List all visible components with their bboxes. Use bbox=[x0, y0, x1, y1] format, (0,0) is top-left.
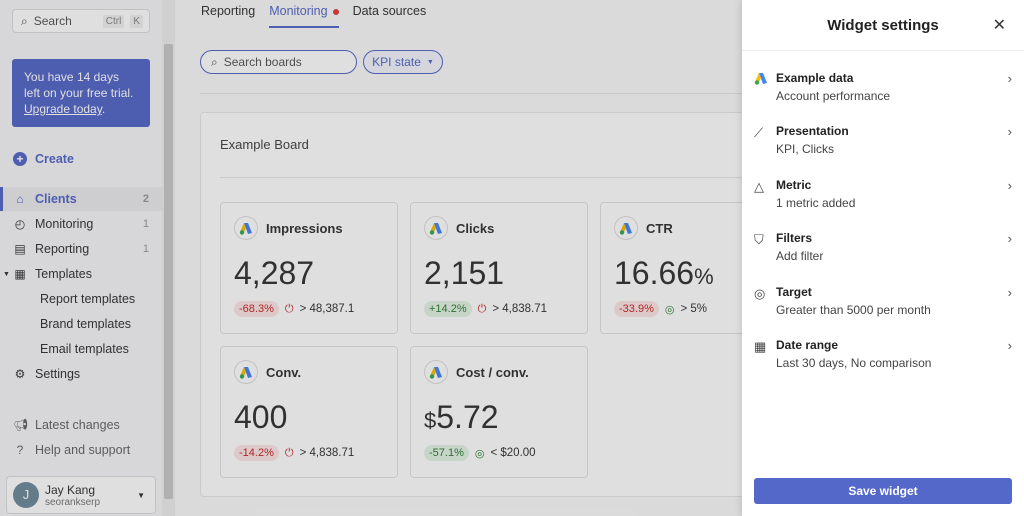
setting-value: 1 metric added bbox=[776, 195, 856, 210]
calendar-icon: ▦ bbox=[754, 339, 767, 354]
chevron-right-icon: › bbox=[1007, 71, 1012, 86]
chevron-right-icon: › bbox=[1007, 338, 1012, 353]
chevron-right-icon: › bbox=[1007, 124, 1012, 140]
setting-metric[interactable]: △ Metric 1 metric added › bbox=[754, 178, 1012, 218]
chevron-right-icon: › bbox=[1007, 284, 1012, 300]
setting-value: Account performance bbox=[776, 89, 891, 103]
setting-filters[interactable]: ⛉ Filters Add filter › bbox=[754, 231, 1012, 271]
filter-icon: ⛉ bbox=[754, 232, 764, 248]
setting-title: Date range bbox=[776, 338, 839, 352]
chevron-right-icon: › bbox=[1007, 231, 1012, 247]
metric-icon: △ bbox=[754, 178, 764, 194]
setting-title: Metric bbox=[776, 177, 812, 192]
setting-title: Example data bbox=[776, 71, 854, 85]
setting-presentation[interactable]: ⟋ Presentation KPI, Clicks › bbox=[754, 124, 1012, 164]
modal-backdrop[interactable] bbox=[0, 0, 742, 516]
setting-value: KPI, Clicks bbox=[776, 142, 835, 157]
setting-title: Presentation bbox=[776, 124, 849, 139]
panel-title: Widget settings bbox=[827, 17, 939, 34]
save-widget-button[interactable]: Save widget bbox=[754, 478, 1012, 504]
google-ads-icon bbox=[754, 71, 776, 111]
setting-target[interactable]: ◎ Target Greater than 5000 per month › bbox=[754, 285, 1012, 325]
setting-value: Greater than 5000 per month bbox=[776, 302, 931, 317]
close-icon[interactable]: ✕ bbox=[993, 15, 1006, 35]
presentation-icon: ⟋ bbox=[754, 125, 764, 141]
setting-example-data[interactable]: Example data Account performance › bbox=[754, 71, 1012, 111]
setting-date-range[interactable]: ▦ Date range Last 30 days, No comparison › bbox=[754, 338, 1012, 378]
setting-value: Last 30 days, No comparison bbox=[776, 356, 932, 370]
setting-title: Target bbox=[776, 284, 812, 299]
setting-value: Add filter bbox=[776, 249, 824, 264]
chevron-right-icon: › bbox=[1007, 177, 1012, 193]
target-icon: ◎ bbox=[754, 285, 766, 301]
divider bbox=[742, 50, 1024, 51]
setting-title: Filters bbox=[776, 231, 813, 246]
widget-settings-panel: Widget settings ✕ Example data Account pe… bbox=[742, 0, 1024, 516]
